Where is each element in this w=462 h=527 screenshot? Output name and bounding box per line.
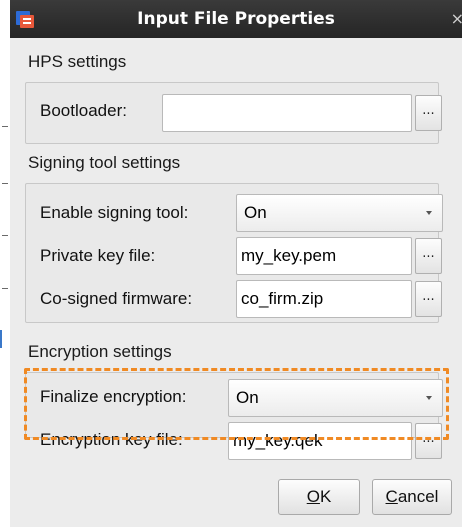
signing-tool-settings-label: Signing tool settings (28, 153, 181, 172)
hps-settings-group: Bootloader: ... (25, 82, 442, 144)
window-title: Input File Properties (137, 9, 335, 29)
finalize-encryption-dropdown[interactable]: On (228, 379, 443, 417)
chevron-down-icon (426, 396, 432, 400)
cancel-button[interactable]: Cancel (372, 479, 452, 515)
encryption-key-file-label: Encryption key file: (40, 430, 183, 449)
finalize-encryption-label: Finalize encryption: (40, 387, 187, 406)
bootloader-input[interactable] (162, 94, 412, 132)
title-bar[interactable]: Input File Properties × (10, 0, 462, 38)
private-key-browse-button[interactable]: ... (415, 238, 442, 274)
hps-settings-label: HPS settings (28, 52, 127, 71)
bootloader-label: Bootloader: (40, 101, 127, 120)
enable-signing-tool-dropdown[interactable]: On (236, 194, 443, 232)
signing-tool-settings-group: Enable signing tool: On Private key file… (25, 183, 443, 323)
enable-signing-tool-value: On (244, 203, 267, 222)
background-window-strip (0, 0, 10, 527)
encryption-key-browse-button[interactable]: ... (415, 423, 442, 459)
co-signed-firmware-label: Co-signed firmware: (40, 289, 193, 308)
chevron-down-icon (426, 211, 432, 215)
close-icon[interactable]: × (451, 0, 462, 38)
encryption-settings-label: Encryption settings (28, 342, 172, 361)
enable-signing-tool-label: Enable signing tool: (40, 203, 189, 222)
input-file-properties-dialog: Input File Properties × HPS settings Boo… (10, 0, 462, 527)
bootloader-browse-button[interactable]: ... (415, 95, 442, 131)
private-key-file-label: Private key file: (40, 246, 156, 265)
co-signed-firmware-browse-button[interactable]: ... (415, 281, 442, 317)
ok-button[interactable]: OK (278, 479, 360, 515)
encryption-key-file-input[interactable]: my_key.qek (228, 422, 412, 460)
co-signed-firmware-input[interactable]: co_firm.zip (236, 280, 412, 318)
encryption-settings-group: Finalize encryption: On Encryption key f… (25, 372, 443, 460)
private-key-file-input[interactable]: my_key.pem (236, 237, 412, 275)
finalize-encryption-value: On (236, 388, 259, 407)
